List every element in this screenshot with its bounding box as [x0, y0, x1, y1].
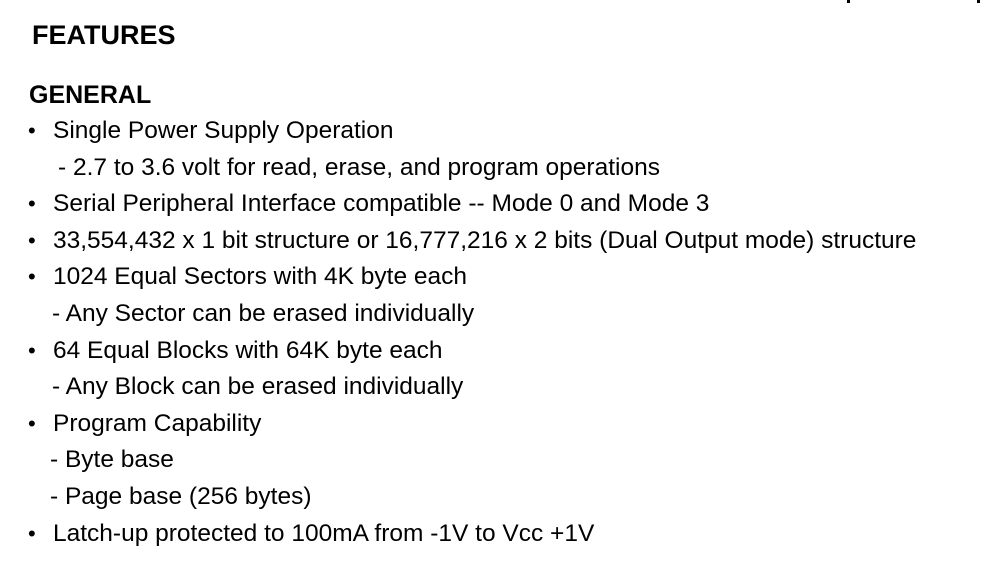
feature-sub-item: - 2.7 to 3.6 volt for read, erase, and p…: [0, 150, 998, 187]
feature-sub-item: - Any Block can be erased individually: [0, 369, 998, 406]
feature-sub-text: - 2.7 to 3.6 volt for read, erase, and p…: [58, 153, 660, 181]
feature-text: 1024 Equal Sectors with 4K byte each: [53, 263, 468, 291]
feature-sub-text: - Byte base: [50, 446, 174, 474]
bullet-icon: •: [28, 191, 36, 217]
feature-bullet-item: • Latch-up protected to 100mA from -1V to…: [0, 516, 998, 553]
bullet-icon: •: [28, 337, 36, 363]
feature-text: Serial Peripheral Interface compatible -…: [53, 190, 710, 218]
corner-crop-mark: [847, 0, 850, 3]
feature-bullet-item: • Single Power Supply Operation: [0, 113, 998, 150]
feature-text: 64 Equal Blocks with 64K byte each: [53, 336, 443, 364]
bullet-icon: •: [28, 227, 36, 253]
corner-crop-mark: [977, 0, 980, 3]
feature-text: Program Capability: [53, 409, 262, 437]
features-list: • Single Power Supply Operation - 2.7 to 3…: [0, 113, 998, 552]
feature-bullet-item: • Serial Peripheral Interface compatible …: [0, 186, 998, 223]
feature-sub-item: - Page base (256 bytes): [0, 479, 998, 516]
bullet-icon: •: [28, 264, 36, 290]
feature-sub-text: - Page base (256 bytes): [50, 482, 312, 510]
feature-text: Single Power Supply Operation: [53, 117, 394, 144]
bullet-icon: •: [28, 410, 36, 436]
section-title: FEATURES: [32, 20, 176, 50]
feature-text: 33,554,432 x 1 bit structure or 16,777,2…: [53, 226, 917, 254]
feature-sub-text: - Any Block can be erased individually: [52, 373, 464, 401]
section-subtitle: GENERAL: [29, 81, 152, 109]
feature-sub-item: - Byte base: [0, 442, 998, 479]
feature-bullet-item: • 64 Equal Blocks with 64K byte each: [0, 333, 998, 370]
feature-sub-item: - Any Sector can be erased individually: [0, 296, 998, 333]
bullet-icon: •: [28, 520, 36, 546]
document-page: FEATURES GENERAL • Single Power Supply Op…: [0, 0, 998, 569]
feature-text: Latch-up protected to 100mA from -1V to …: [53, 519, 595, 547]
bullet-icon: •: [28, 118, 36, 143]
feature-sub-text: - Any Sector can be erased individually: [52, 299, 475, 327]
feature-bullet-item: • Program Capability: [0, 406, 998, 443]
feature-bullet-item: • 1024 Equal Sectors with 4K byte each: [0, 259, 998, 296]
feature-bullet-item: • 33,554,432 x 1 bit structure or 16,777,…: [0, 223, 998, 260]
